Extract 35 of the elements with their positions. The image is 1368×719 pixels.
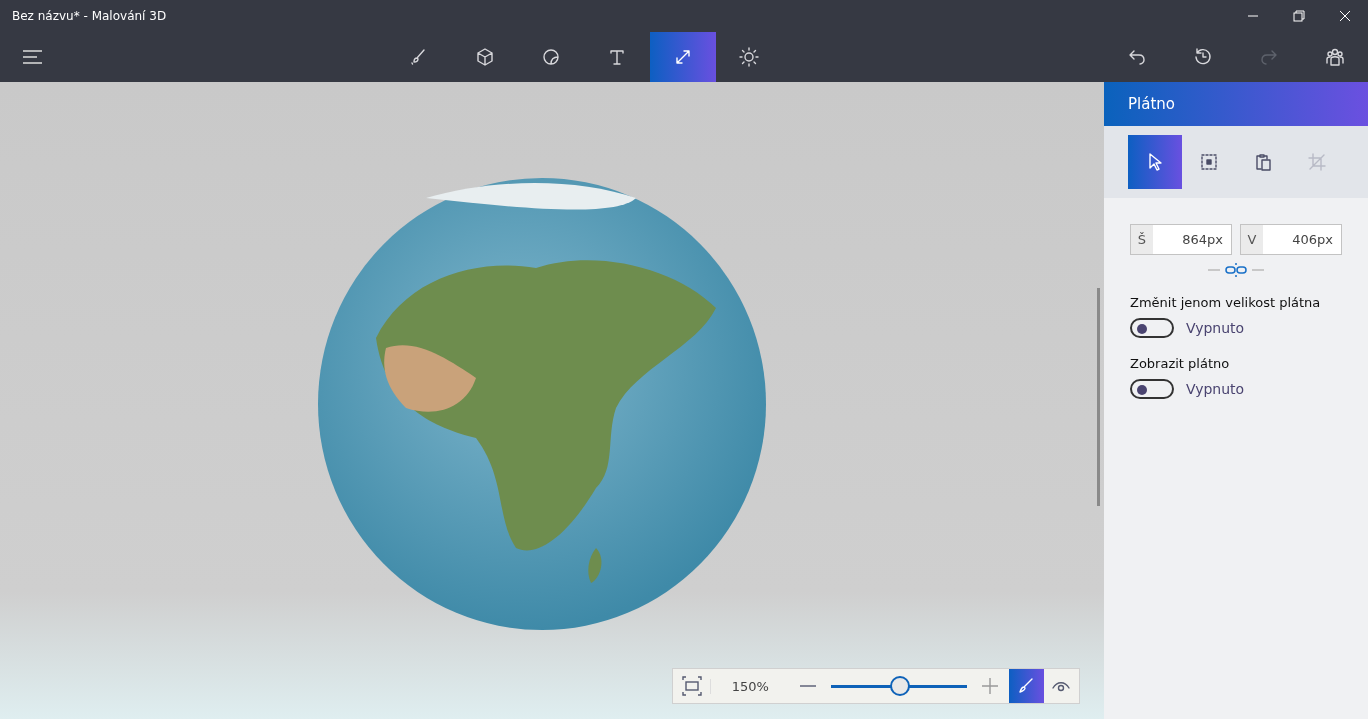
plus-icon [982, 678, 998, 694]
selection-icon [1199, 152, 1219, 172]
scrollbar[interactable] [1097, 288, 1100, 506]
lock-ratio-link-icon[interactable] [1208, 263, 1264, 277]
fit-screen-icon [681, 676, 702, 696]
toggle-state: Vypnuto [1186, 381, 1245, 397]
panel-header: Plátno [1104, 82, 1368, 126]
expand-arrows-icon [673, 47, 693, 67]
crop-icon [1307, 152, 1327, 172]
toggle-state: Vypnuto [1186, 320, 1245, 336]
sun-icon [739, 47, 759, 67]
width-field[interactable]: Š 864px [1130, 224, 1232, 255]
width-input[interactable]: 864px [1153, 225, 1227, 254]
height-input[interactable]: 406px [1263, 225, 1337, 254]
pointer-mode-button[interactable] [1128, 135, 1182, 189]
minus-icon [799, 685, 816, 687]
menu-icon [23, 50, 43, 64]
toggle-switch[interactable] [1130, 318, 1174, 338]
text-tool-icon [607, 47, 627, 67]
sticker-icon [541, 47, 561, 67]
toggle-label: Změnit jenom velikost plátna [1130, 295, 1322, 310]
field-label: Š [1131, 225, 1153, 254]
slider-thumb[interactable] [890, 676, 911, 696]
cube-icon [475, 47, 495, 67]
window-title: Bez názvu* - Malování 3D [11, 9, 168, 23]
tool-tab[interactable] [650, 32, 716, 82]
zoom-value: 150% [710, 678, 790, 694]
clipboard-icon [1253, 152, 1273, 172]
restore-icon [1293, 10, 1305, 22]
paint-view-button[interactable] [1008, 669, 1044, 703]
toggle-label: Zobrazit plátno [1130, 356, 1231, 371]
toggle-switch[interactable] [1130, 379, 1174, 399]
close-icon [1339, 10, 1351, 22]
field-label: V [1241, 225, 1263, 254]
height-field[interactable]: V 406px [1240, 224, 1342, 255]
